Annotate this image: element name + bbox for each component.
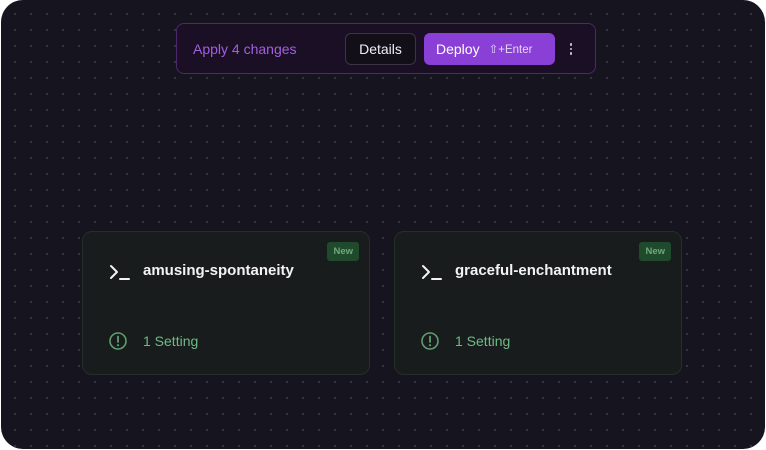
- deploy-label: Deploy: [436, 41, 480, 57]
- details-button[interactable]: Details: [345, 33, 416, 65]
- deploy-button[interactable]: Deploy ⇧+Enter: [424, 33, 555, 65]
- staged-changes-bar: Apply 4 changes Details Deploy ⇧+Enter: [176, 23, 596, 74]
- apply-changes-label: Apply 4 changes: [193, 41, 297, 57]
- deploy-shortcut-hint: ⇧+Enter: [488, 44, 533, 56]
- terminal-icon: [422, 265, 442, 280]
- terminal-icon: [110, 265, 130, 280]
- service-card[interactable]: New graceful-enchantment 1 Setting: [394, 231, 682, 375]
- service-card[interactable]: New amusing-spontaneity 1 Setting: [82, 231, 370, 375]
- settings-count-label: 1 Setting: [455, 333, 511, 349]
- alert-circle-icon: [109, 332, 127, 350]
- service-name: amusing-spontaneity: [143, 262, 294, 279]
- new-badge: New: [639, 242, 671, 261]
- vertical-ellipsis-icon[interactable]: [562, 36, 580, 62]
- new-badge: New: [327, 242, 359, 261]
- settings-count-label: 1 Setting: [143, 333, 199, 349]
- service-name: graceful-enchantment: [455, 262, 612, 279]
- alert-circle-icon: [421, 332, 439, 350]
- project-canvas[interactable]: Apply 4 changes Details Deploy ⇧+Enter N…: [1, 0, 765, 449]
